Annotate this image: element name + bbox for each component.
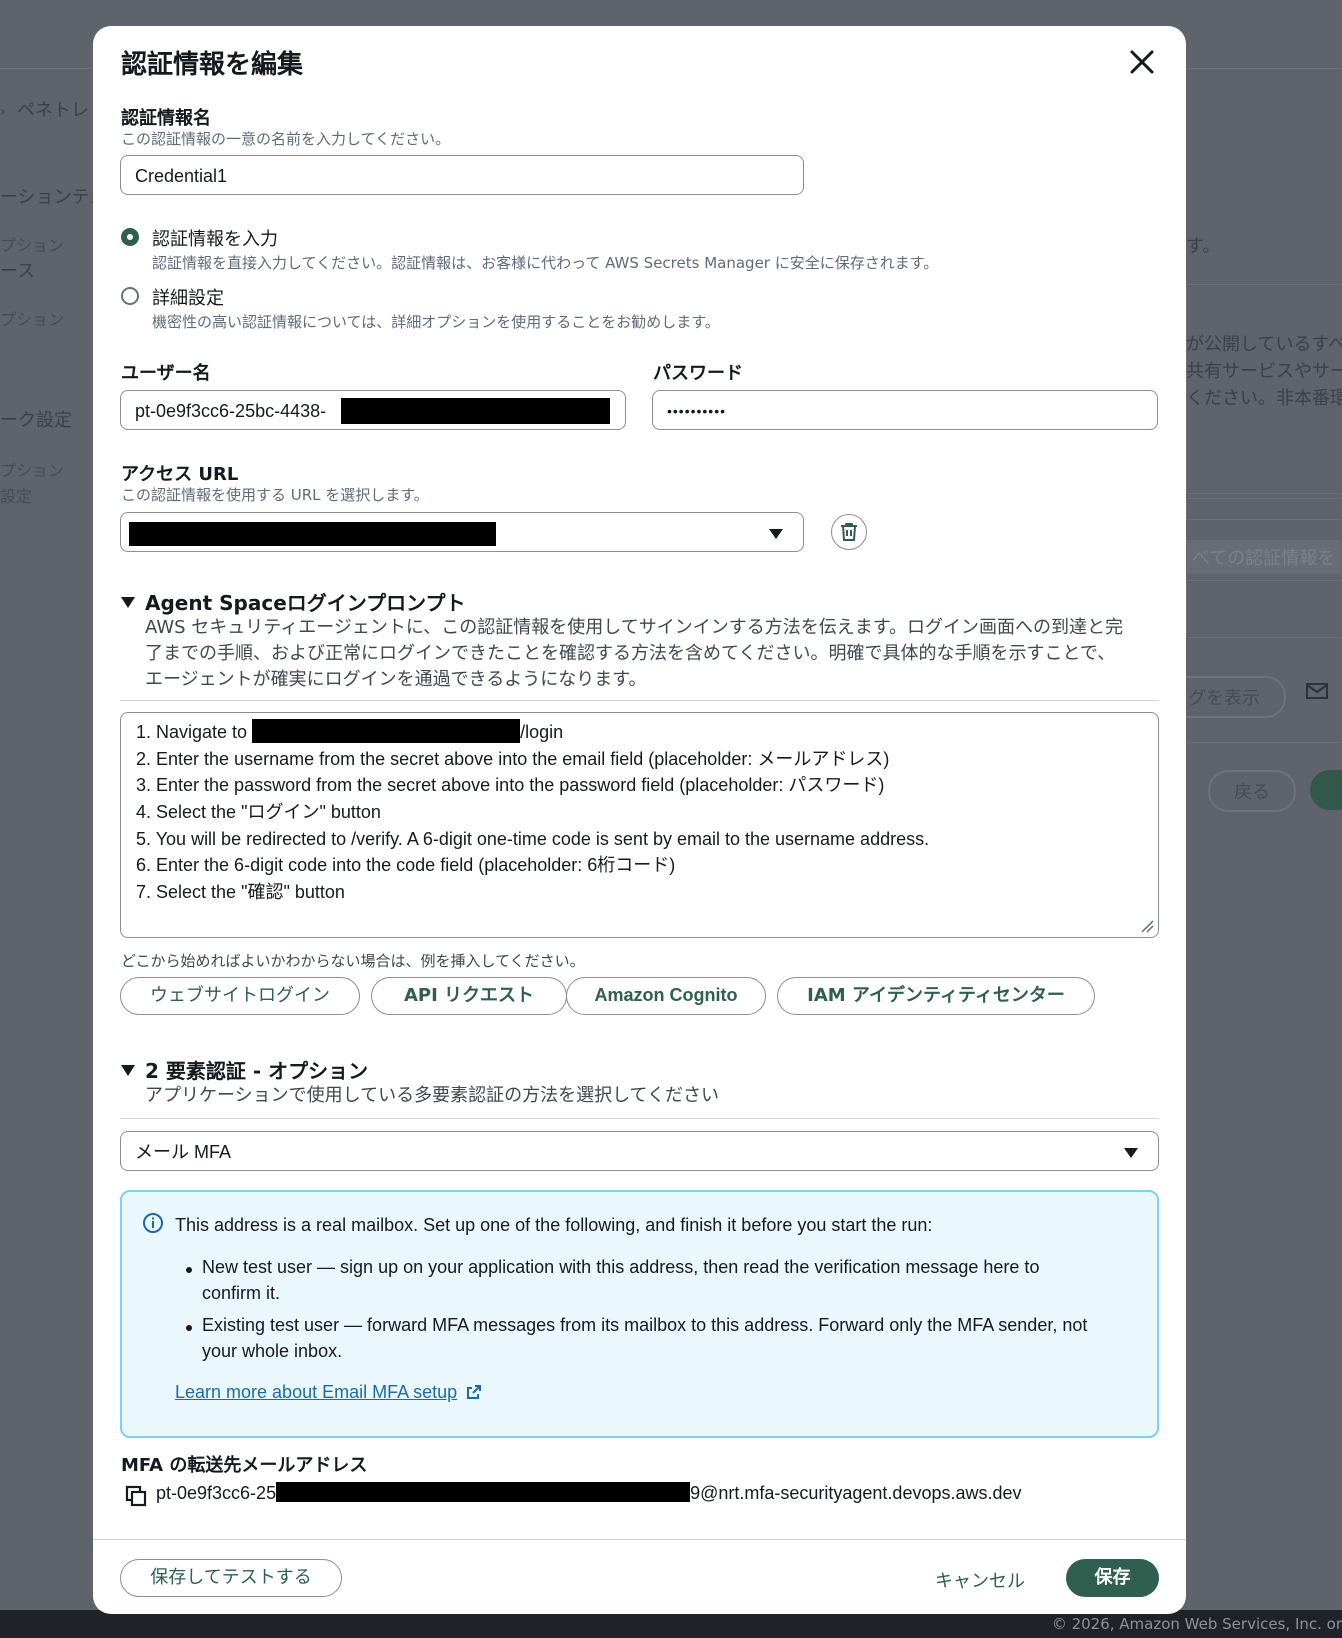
prompt-step: 6. Enter the 6-digit code into the code … <box>136 855 676 876</box>
login-prompt-description-line: 了までの手順、および正常にログインできたことを確認する方法を含めてください。明確… <box>145 643 1116 664</box>
example-iam-identity-center-button[interactable]: IAM アイデンティティセンター <box>777 977 1095 1015</box>
mfa-method-select[interactable]: メール MFA <box>120 1131 1159 1171</box>
login-prompt-description: AWS セキュリティエージェントに、この認証情報を使用してサインインする方法を伝… <box>145 615 1123 693</box>
password-label: パスワード <box>653 363 743 384</box>
radio-advanced-settings-label: 詳細設定 <box>152 288 224 309</box>
prompt-step: 5. You will be redirected to /verify. A … <box>136 828 930 849</box>
prompt-step: 3. Enter the password from the secret ab… <box>136 775 885 796</box>
mfa-method-value: メール MFA <box>135 1142 232 1162</box>
credential-name-description: この認証情報の一意の名前を入力してください。 <box>121 130 451 148</box>
mfa-info-alert: This address is a real mailbox. Set up o… <box>120 1190 1159 1438</box>
footer-divider <box>93 1539 1186 1540</box>
mfa-heading[interactable]: 2 要素認証 - オプション <box>145 1055 368 1084</box>
mfa-description: アプリケーションで使用している多要素認証の方法を選択してください <box>145 1085 720 1106</box>
background-left-item: プション <box>0 236 65 255</box>
email-mfa-setup-link[interactable]: Learn more about Email MFA setup <box>175 1382 482 1403</box>
mfa-forward-email: pt-0e9f3cc6-25 9@nrt.mfa-securityagent.de… <box>156 1482 1022 1503</box>
login-prompt-description-line: AWS セキュリティエージェントに、この認証情報を使用してサインインする方法を伝… <box>145 617 1123 638</box>
example-cognito-button[interactable]: Amazon Cognito <box>566 977 766 1015</box>
background-panel <box>1186 498 1342 520</box>
background-breadcrumb: › ペネトレ <box>0 100 90 121</box>
copyright: © 2026, Amazon Web Services, Inc. or <box>1051 1615 1342 1633</box>
bullet-icon <box>186 1325 192 1331</box>
background-left-item: プション <box>0 310 65 329</box>
alert-bullet-existing-user: Existing test user — forward MFA message… <box>202 1315 1088 1361</box>
username-value: pt-0e9f3cc6-25bc-4438- <box>135 401 327 421</box>
radio-enter-credentials[interactable] <box>121 228 139 246</box>
delete-url-button[interactable] <box>831 514 867 550</box>
radio-enter-credentials-label: 認証情報を入力 <box>152 229 278 250</box>
background-divider <box>1186 742 1342 743</box>
username-input[interactable]: pt-0e9f3cc6-25bc-4438- <box>120 390 626 430</box>
background-right-text: ください。非本番環 <box>1186 388 1342 409</box>
mfa-forward-label: MFA の転送先メールアドレス <box>121 1455 368 1476</box>
copy-icon[interactable] <box>125 1485 147 1511</box>
login-prompt-description-line: エージェントが確実にログインを通過できるようになります。 <box>145 669 647 690</box>
background-right-text: べての認証情報を <box>1186 540 1342 574</box>
password-input[interactable]: •••••••••• <box>652 390 1158 430</box>
access-url-label: アクセス URL <box>121 464 239 485</box>
radio-advanced-settings[interactable] <box>121 287 139 305</box>
save-button[interactable]: 保存 <box>1066 1559 1159 1597</box>
alert-bullet-new-user: New test user — sign up on your applicat… <box>202 1257 1040 1303</box>
chevron-down-icon <box>1124 1148 1138 1158</box>
credential-name-input[interactable]: Credential1 <box>120 155 804 195</box>
background-right-text: 共有サービスやサー <box>1186 361 1342 382</box>
access-url-select[interactable] <box>120 512 804 552</box>
example-website-login-button[interactable]: ウェブサイトログイン <box>120 977 360 1015</box>
background-back-button: 戻る <box>1208 770 1296 812</box>
redacted-block <box>341 398 610 424</box>
prompt-step: 4. Select the "ログイン" button <box>136 802 381 823</box>
prompt-step: 2. Enter the username from the secret ab… <box>136 748 890 769</box>
credential-name-label: 認証情報名 <box>121 108 211 129</box>
background-left-item: プション <box>0 461 65 480</box>
radio-advanced-settings-description: 機密性の高い認証情報については、詳細オプションを使用することをお勧めします。 <box>152 313 720 331</box>
background-left-item: ーク設定 <box>0 410 72 431</box>
background-right-text: が公開しているすべ <box>1186 334 1342 355</box>
redacted-block <box>129 522 496 546</box>
alert-intro: This address is a real mailbox. Set up o… <box>175 1215 933 1235</box>
resize-handle-icon[interactable] <box>1140 919 1154 933</box>
edit-credential-modal: 認証情報を編集 認証情報名 この認証情報の一意の名前を入力してください。 Cre… <box>93 26 1186 1614</box>
prompt-step: 1. Navigate to /login <box>136 719 1143 746</box>
background-right-text: す。 <box>1186 236 1221 257</box>
background-left-item: ーションテス <box>0 187 108 208</box>
external-link-icon <box>467 1385 482 1399</box>
info-icon <box>143 1213 163 1233</box>
background-mail-icon <box>1306 682 1328 705</box>
modal-title: 認証情報を編集 <box>121 50 304 80</box>
close-icon[interactable] <box>1126 46 1158 78</box>
background-left-item: ース <box>0 261 36 282</box>
examples-hint: どこから始めればよいかわからない場合は、例を挿入してください。 <box>121 952 585 970</box>
bullet-icon <box>186 1267 192 1273</box>
prompt-step: 7. Select the "確認" button <box>136 882 345 903</box>
login-prompt-textarea[interactable]: 1. Navigate to /login 2. Enter the usern… <box>120 712 1159 938</box>
trash-icon <box>841 523 857 541</box>
section-divider <box>120 700 1159 701</box>
cancel-button[interactable]: キャンセル <box>935 1567 1025 1593</box>
redacted-block <box>276 1482 691 1502</box>
section-divider <box>120 1118 1159 1119</box>
access-url-description: この認証情報を使用する URL を選択します。 <box>121 486 429 504</box>
expand-caret-icon[interactable] <box>121 1065 135 1076</box>
example-api-request-button[interactable]: API リクエスト <box>371 977 567 1015</box>
background-panel <box>1186 580 1342 638</box>
username-label: ユーザー名 <box>121 363 211 384</box>
background-left-item: 設定 <box>0 487 33 506</box>
chevron-down-icon <box>769 529 783 539</box>
login-prompt-heading[interactable]: Agent Spaceログインプロンプト <box>145 587 466 616</box>
radio-enter-credentials-description: 認証情報を直接入力してください。認証情報は、お客様に代わって AWS Secre… <box>152 254 939 272</box>
background-primary-button <box>1310 770 1342 810</box>
expand-caret-icon[interactable] <box>121 597 135 608</box>
redacted-block <box>252 719 521 743</box>
save-and-test-button[interactable]: 保存してテストする <box>120 1559 342 1597</box>
